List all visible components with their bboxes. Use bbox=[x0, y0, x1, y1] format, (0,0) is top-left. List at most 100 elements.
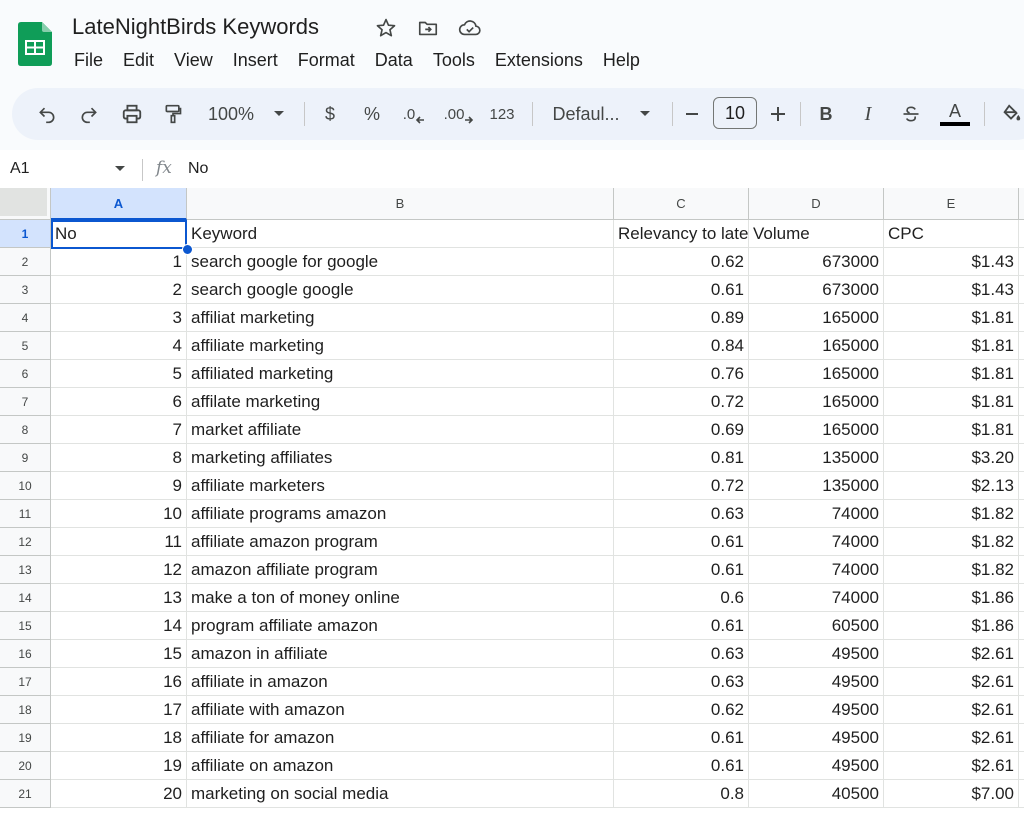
cell-relevancy[interactable]: 0.89 bbox=[614, 304, 749, 332]
text-color-button[interactable]: A bbox=[940, 88, 970, 140]
cell-no[interactable]: 2 bbox=[51, 276, 187, 304]
cell-cpc[interactable]: $1.81 bbox=[884, 332, 1019, 360]
cell-cpc[interactable]: $1.81 bbox=[884, 304, 1019, 332]
cell-overflow[interactable] bbox=[1019, 472, 1024, 500]
cell-volume[interactable]: Volume bbox=[749, 220, 884, 248]
cell-overflow[interactable] bbox=[1019, 640, 1024, 668]
cell-volume[interactable]: 165000 bbox=[749, 304, 884, 332]
font-size-input[interactable]: 10 bbox=[713, 97, 757, 129]
row-header[interactable]: 5 bbox=[0, 332, 51, 360]
cell-relevancy[interactable]: 0.72 bbox=[614, 388, 749, 416]
menu-extensions[interactable]: Extensions bbox=[485, 48, 593, 74]
cell-volume[interactable]: 165000 bbox=[749, 332, 884, 360]
cell-relevancy[interactable]: 0.69 bbox=[614, 416, 749, 444]
cell-volume[interactable]: 165000 bbox=[749, 416, 884, 444]
column-header-b[interactable]: B bbox=[187, 188, 614, 220]
cell-overflow[interactable] bbox=[1019, 332, 1024, 360]
cell-relevancy[interactable]: 0.63 bbox=[614, 668, 749, 696]
cell-no[interactable]: 12 bbox=[51, 556, 187, 584]
fill-color-icon[interactable] bbox=[998, 88, 1024, 140]
cell-keyword[interactable]: make a ton of money online bbox=[187, 584, 614, 612]
cell-keyword[interactable]: affiliat marketing bbox=[187, 304, 614, 332]
cell-keyword[interactable]: program affiliate amazon bbox=[187, 612, 614, 640]
row-header[interactable]: 13 bbox=[0, 556, 51, 584]
menu-view[interactable]: View bbox=[164, 48, 223, 74]
paint-format-icon[interactable] bbox=[160, 88, 186, 140]
cell-no[interactable]: 19 bbox=[51, 752, 187, 780]
cell-no[interactable]: 8 bbox=[51, 444, 187, 472]
redo-icon[interactable] bbox=[76, 88, 102, 140]
cell-cpc[interactable]: $1.81 bbox=[884, 416, 1019, 444]
cell-cpc[interactable]: $2.13 bbox=[884, 472, 1019, 500]
cell-cpc[interactable]: $7.00 bbox=[884, 780, 1019, 808]
cell-volume[interactable]: 673000 bbox=[749, 248, 884, 276]
cell-volume[interactable]: 165000 bbox=[749, 388, 884, 416]
cell-keyword[interactable]: affilate marketing bbox=[187, 388, 614, 416]
cell-relevancy[interactable]: 0.61 bbox=[614, 276, 749, 304]
cell-relevancy[interactable]: 0.76 bbox=[614, 360, 749, 388]
decrease-font-size-icon[interactable] bbox=[682, 88, 702, 140]
cell-no[interactable]: 16 bbox=[51, 668, 187, 696]
cell-cpc[interactable]: $1.82 bbox=[884, 500, 1019, 528]
row-header[interactable]: 7 bbox=[0, 388, 51, 416]
cell-cpc[interactable]: $2.61 bbox=[884, 752, 1019, 780]
cell-cpc[interactable]: $2.61 bbox=[884, 724, 1019, 752]
cell-keyword[interactable]: affiliate marketing bbox=[187, 332, 614, 360]
cell-no[interactable]: 13 bbox=[51, 584, 187, 612]
cell-volume[interactable]: 74000 bbox=[749, 584, 884, 612]
zoom-select[interactable]: 100% bbox=[202, 88, 260, 140]
row-header[interactable]: 3 bbox=[0, 276, 51, 304]
sheets-logo-icon[interactable] bbox=[18, 22, 52, 66]
cell-volume[interactable]: 49500 bbox=[749, 668, 884, 696]
cell-overflow[interactable] bbox=[1019, 696, 1024, 724]
cell-keyword[interactable]: affiliate in amazon bbox=[187, 668, 614, 696]
cell-volume[interactable]: 673000 bbox=[749, 276, 884, 304]
menu-tools[interactable]: Tools bbox=[423, 48, 485, 74]
row-header[interactable]: 2 bbox=[0, 248, 51, 276]
row-header[interactable]: 19 bbox=[0, 724, 51, 752]
cell-keyword[interactable]: market affiliate bbox=[187, 416, 614, 444]
cell-no[interactable]: No bbox=[51, 220, 187, 248]
cell-cpc[interactable]: $1.43 bbox=[884, 276, 1019, 304]
menu-insert[interactable]: Insert bbox=[223, 48, 288, 74]
row-header[interactable]: 9 bbox=[0, 444, 51, 472]
row-header[interactable]: 21 bbox=[0, 780, 51, 808]
cell-overflow[interactable] bbox=[1019, 360, 1024, 388]
cell-no[interactable]: 15 bbox=[51, 640, 187, 668]
name-box-dropdown-icon[interactable] bbox=[114, 165, 126, 173]
cell-no[interactable]: 4 bbox=[51, 332, 187, 360]
currency-format-button[interactable]: $ bbox=[318, 88, 342, 140]
menu-help[interactable]: Help bbox=[593, 48, 650, 74]
cell-overflow[interactable] bbox=[1019, 584, 1024, 612]
cell-keyword[interactable]: amazon in affiliate bbox=[187, 640, 614, 668]
cell-no[interactable]: 20 bbox=[51, 780, 187, 808]
cell-keyword[interactable]: search google for google bbox=[187, 248, 614, 276]
cell-keyword[interactable]: affiliated marketing bbox=[187, 360, 614, 388]
strikethrough-icon[interactable] bbox=[898, 88, 924, 140]
percent-format-button[interactable]: % bbox=[360, 88, 384, 140]
cell-no[interactable]: 11 bbox=[51, 528, 187, 556]
cell-overflow[interactable] bbox=[1019, 724, 1024, 752]
cell-volume[interactable]: 74000 bbox=[749, 556, 884, 584]
cell-keyword[interactable]: affiliate amazon program bbox=[187, 528, 614, 556]
cell-keyword[interactable]: affiliate marketers bbox=[187, 472, 614, 500]
cell-volume[interactable]: 49500 bbox=[749, 752, 884, 780]
cell-relevancy[interactable]: 0.61 bbox=[614, 752, 749, 780]
column-header-c[interactable]: C bbox=[614, 188, 749, 220]
cell-relevancy[interactable]: 0.61 bbox=[614, 612, 749, 640]
cell-keyword[interactable]: affiliate on amazon bbox=[187, 752, 614, 780]
cell-volume[interactable]: 74000 bbox=[749, 500, 884, 528]
print-icon[interactable] bbox=[118, 88, 146, 140]
row-header[interactable]: 8 bbox=[0, 416, 51, 444]
row-header[interactable]: 17 bbox=[0, 668, 51, 696]
bold-button[interactable]: B bbox=[814, 88, 838, 140]
cell-overflow[interactable] bbox=[1019, 388, 1024, 416]
cell-overflow[interactable] bbox=[1019, 444, 1024, 472]
cell-relevancy[interactable]: Relevancy to late bbox=[614, 220, 749, 248]
cell-volume[interactable]: 49500 bbox=[749, 724, 884, 752]
cell-keyword[interactable]: search google google bbox=[187, 276, 614, 304]
cell-cpc[interactable]: $3.20 bbox=[884, 444, 1019, 472]
cloud-saved-icon[interactable] bbox=[458, 16, 482, 40]
cell-overflow[interactable] bbox=[1019, 556, 1024, 584]
cell-overflow[interactable] bbox=[1019, 276, 1024, 304]
